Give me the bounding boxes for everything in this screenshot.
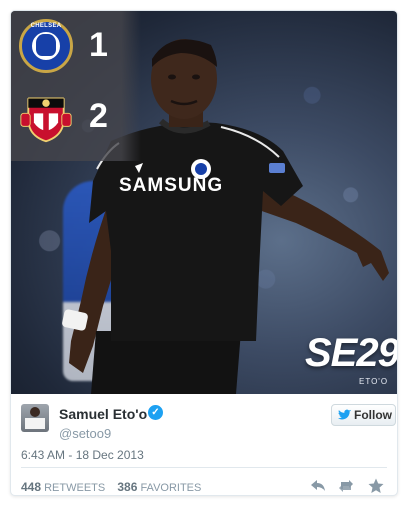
tweet-stats: 448 RETWEETS 386 FAVORITES [21, 480, 201, 494]
favorite-count[interactable]: 386 [117, 480, 137, 494]
favorite-star-icon[interactable] [367, 477, 385, 495]
tweet-actions [309, 477, 389, 495]
reply-icon[interactable] [309, 477, 327, 495]
shirt-sponsor-text: SAMSUNG [119, 175, 223, 196]
retweet-count[interactable]: 448 [21, 480, 41, 494]
se29-logo: SE29 [305, 331, 397, 375]
tweet-timestamp[interactable]: 6:43 AM - 18 Dec 2013 [21, 448, 144, 462]
author-handle[interactable]: @setoo9 [59, 426, 111, 441]
tweet-author: Samuel Eto'o ✓ @setoo9 Follow [21, 404, 396, 450]
se29-logo-subtext: ETO'O [359, 377, 389, 386]
twitter-bird-icon [338, 409, 351, 420]
tweet-card: CHELSEA 1 2 SAMSUNG SE29 ETO'O Samuel Et… [10, 10, 398, 496]
retweet-label[interactable]: RETWEETS [44, 482, 105, 494]
retweet-icon[interactable] [337, 477, 355, 495]
favorite-label[interactable]: FAVORITES [140, 482, 201, 494]
avatar[interactable] [21, 404, 49, 432]
tweet-photo[interactable]: CHELSEA 1 2 SAMSUNG SE29 ETO'O [11, 11, 397, 394]
follow-label: Follow [354, 408, 392, 422]
divider [21, 467, 387, 468]
follow-button[interactable]: Follow [331, 404, 396, 426]
verified-icon: ✓ [148, 405, 163, 420]
author-name[interactable]: Samuel Eto'o [59, 406, 147, 422]
